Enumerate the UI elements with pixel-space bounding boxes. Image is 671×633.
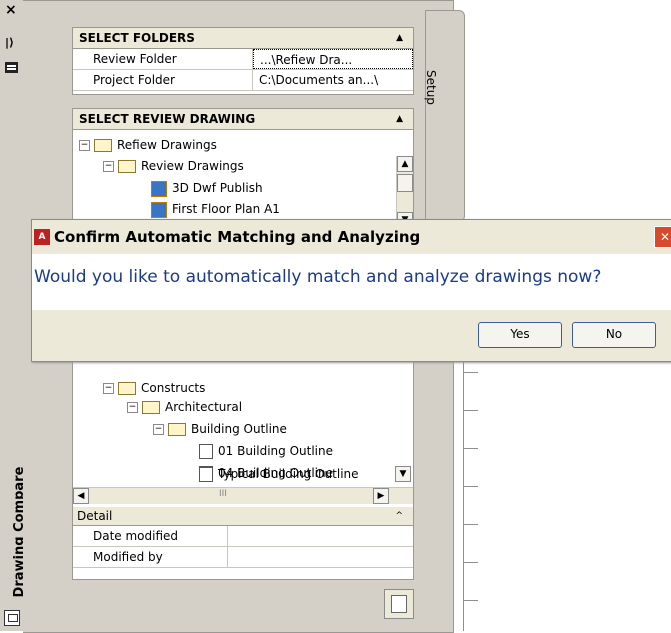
collapse-node-icon[interactable]: −: [103, 383, 114, 394]
collapse-node-icon[interactable]: −: [103, 161, 114, 172]
scroll-thumb[interactable]: [397, 174, 413, 192]
compare-image-button[interactable]: [384, 589, 414, 619]
tree-node-label: Architectural: [165, 400, 243, 414]
modified-by-value: [228, 547, 413, 567]
tree-vertical-scrollbar[interactable]: ▲ ▼: [396, 156, 413, 228]
drawing-area-ruler: [463, 330, 478, 631]
scroll-grip: III: [219, 489, 227, 499]
scroll-down-icon[interactable]: ▼: [395, 466, 411, 482]
date-modified-value: [228, 526, 413, 546]
building-icon: [199, 444, 213, 459]
dialog-body: Would you like to automatically match an…: [32, 254, 671, 310]
building-icon: [199, 467, 213, 482]
collapse-icon[interactable]: ^: [395, 507, 403, 525]
modified-by-label: Modified by: [73, 547, 228, 567]
project-folder-row[interactable]: Project Folder C:\Documents an...\: [73, 70, 413, 91]
select-folders-panel: SELECT FOLDERS ▲ Review Folder ...\Refie…: [72, 27, 414, 95]
tree-node[interactable]: − Refiew Drawings: [79, 136, 217, 154]
scroll-right-icon[interactable]: ▶: [373, 488, 389, 504]
scroll-up-icon[interactable]: ▲: [397, 156, 413, 172]
folder-open-icon: [94, 139, 112, 152]
tree-node[interactable]: Typical Building Outline: [199, 465, 359, 483]
tree-node[interactable]: 3D Dwf Publish: [151, 179, 263, 197]
tree-node[interactable]: First Floor Plan A1: [151, 200, 280, 218]
tree-node-label: Building Outline: [191, 422, 287, 436]
project-folder-label: Project Folder: [73, 70, 253, 90]
review-folder-row[interactable]: Review Folder ...\Refiew Dra...: [73, 49, 413, 70]
tree-node-label: First Floor Plan A1: [172, 202, 280, 216]
tree-node[interactable]: − Constructs: [103, 379, 205, 397]
collapse-node-icon[interactable]: −: [79, 140, 90, 151]
collapse-icon[interactable]: ▲: [396, 28, 403, 48]
date-modified-label: Date modified: [73, 526, 228, 546]
select-folders-header[interactable]: SELECT FOLDERS ▲: [73, 28, 413, 49]
detail-header[interactable]: Detail ^: [73, 507, 413, 526]
tree-node[interactable]: − Review Drawings: [103, 157, 244, 175]
tree-node[interactable]: − Architectural: [127, 398, 242, 416]
detail-title: Detail: [77, 509, 113, 523]
collapse-icon[interactable]: ▲: [396, 109, 403, 129]
select-review-header[interactable]: SELECT REVIEW DRAWING ▲: [73, 109, 413, 130]
tree-node-label: Typical Building Outline: [218, 467, 359, 481]
tree-node-label: Refiew Drawings: [117, 138, 217, 152]
compare-icon: [391, 595, 407, 613]
select-review-title: SELECT REVIEW DRAWING: [79, 112, 256, 126]
modified-by-row: Modified by: [73, 547, 413, 568]
auto-hide-icon[interactable]: |⟩: [5, 36, 14, 49]
palette-side-bar: × |⟩ Drawing Compare: [0, 0, 27, 631]
project-folder-value[interactable]: C:\Documents an...\: [253, 70, 413, 90]
tree-node[interactable]: − Building Outline: [153, 420, 287, 438]
tab-setup[interactable]: [425, 10, 465, 222]
review-folder-value[interactable]: ...\Refiew Dra...: [253, 49, 413, 69]
tree-horizontal-scrollbar[interactable]: ◀ III ▶: [73, 487, 413, 504]
tree-node[interactable]: 01 Building Outline: [199, 442, 333, 460]
yes-button[interactable]: Yes: [478, 322, 562, 348]
scroll-left-icon[interactable]: ◀: [73, 488, 89, 504]
tree-node-label: Review Drawings: [141, 159, 244, 173]
dialog-titlebar[interactable]: A Confirm Automatic Matching and Analyzi…: [32, 220, 671, 254]
dialog-title: Confirm Automatic Matching and Analyzing: [54, 228, 421, 246]
folder-open-icon: [142, 401, 160, 414]
app-icon: A: [34, 229, 50, 245]
confirm-dialog: A Confirm Automatic Matching and Analyzi…: [31, 219, 671, 362]
detail-panel: Detail ^ Date modified Modified by: [73, 507, 413, 568]
properties-icon[interactable]: [5, 62, 18, 73]
folder-open-icon: [118, 382, 136, 395]
folder-open-icon: [168, 423, 186, 436]
review-folder-label: Review Folder: [73, 49, 253, 69]
tree-node-label: 3D Dwf Publish: [172, 181, 263, 195]
dwf-file-icon: [151, 180, 167, 197]
dialog-message: Would you like to automatically match an…: [34, 267, 602, 287]
collapse-node-icon[interactable]: −: [127, 402, 138, 413]
tab-setup-label: Setup: [424, 70, 438, 105]
dialog-footer: Yes No: [32, 310, 671, 361]
dwf-file-icon: [151, 201, 167, 218]
close-icon[interactable]: ×: [5, 2, 17, 18]
folder-open-icon: [118, 160, 136, 173]
close-icon[interactable]: ✕: [654, 226, 671, 248]
no-button[interactable]: No: [572, 322, 656, 348]
tree-node-label: Constructs: [141, 381, 206, 395]
palette-menu-icon[interactable]: [4, 610, 20, 626]
select-folders-title: SELECT FOLDERS: [79, 31, 195, 45]
date-modified-row: Date modified: [73, 526, 413, 547]
collapse-node-icon[interactable]: −: [153, 424, 164, 435]
tree-node-label: 01 Building Outline: [218, 444, 333, 458]
